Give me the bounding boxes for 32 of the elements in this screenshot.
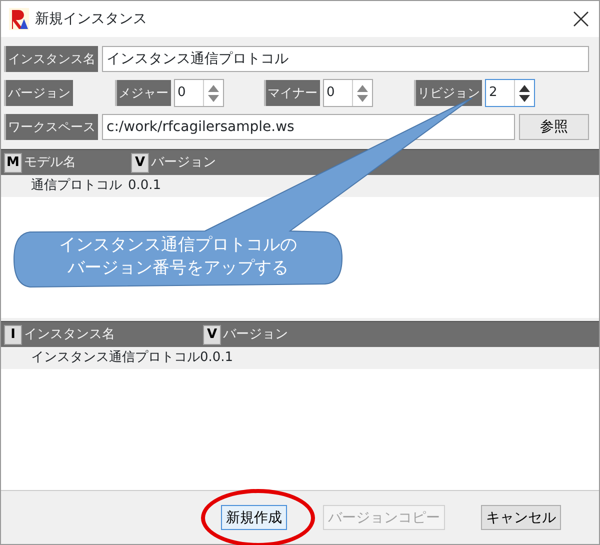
app-logo-icon — [9, 8, 29, 30]
close-icon[interactable] — [573, 11, 589, 27]
table-cell-text: 通信プロトコル — [31, 177, 123, 196]
spinner-label: メジャー — [114, 80, 170, 106]
field-label: バージョン — [4, 80, 72, 106]
callout-text: インスタンス通信プロトコルの — [58, 234, 298, 257]
column-header: インスタンス名 — [24, 326, 115, 344]
column-icon: I — [4, 324, 22, 344]
dialog-button[interactable]: 新規作成 — [221, 505, 287, 530]
column-icon: V — [131, 152, 149, 172]
dialog-button[interactable]: キャンセル — [481, 505, 561, 530]
table-cell-text: インスタンス通信プロトコル — [31, 349, 200, 368]
column-header: バージョン — [151, 154, 216, 172]
instance-name-field[interactable]: インスタンス通信プロトコル — [102, 46, 589, 72]
dialog-button: バージョンコピー — [323, 505, 445, 530]
field-label: インスタンス名 — [4, 46, 98, 72]
down-arrow-icon[interactable] — [519, 94, 530, 102]
browse-button[interactable]: 参照 — [519, 114, 589, 140]
table-cell-text: 0.0.1 — [200, 349, 234, 368]
callout-text: バージョン番号をアップする — [66, 257, 290, 280]
workspace-field[interactable]: c:/work/rfcagilersample.ws — [102, 114, 515, 140]
spinner-label: リビジョン — [414, 80, 482, 106]
spinner-label: マイナー — [264, 80, 320, 106]
window-title: 新規インスタンス — [35, 10, 147, 28]
field-label: ワークスペース — [4, 114, 98, 140]
column-icon: M — [4, 152, 22, 172]
column-header: バージョン — [223, 326, 288, 344]
table-cell-text: 0.0.1 — [128, 177, 162, 196]
column-header: モデル名 — [24, 154, 76, 172]
up-arrow-icon[interactable] — [519, 84, 530, 92]
number-spinner[interactable]: 2 — [485, 79, 535, 107]
column-icon: V — [203, 324, 221, 344]
